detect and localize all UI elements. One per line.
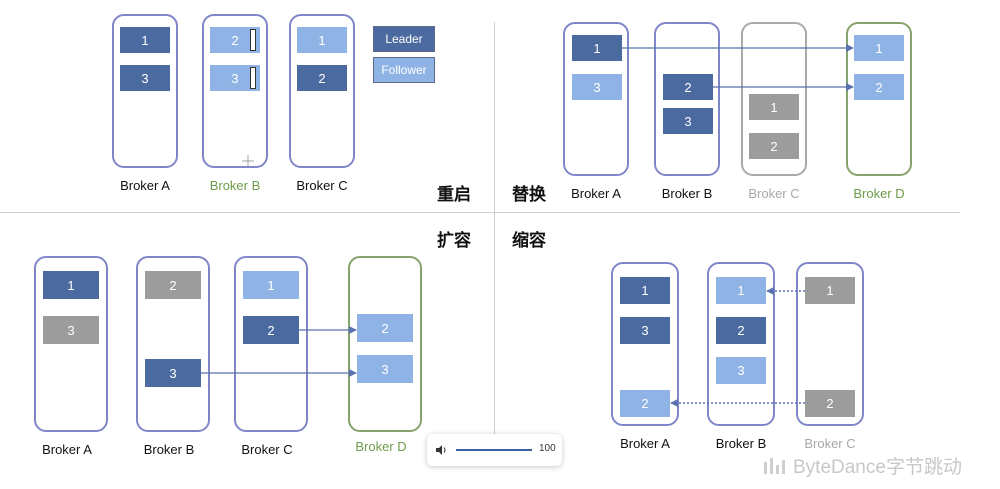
expand-a-partition-3: 3 — [43, 316, 99, 344]
bytedance-watermark: ByteDance字节跳动 — [763, 452, 962, 479]
expand-b-partition-2: 2 — [145, 271, 201, 299]
legend-leader: Leader — [373, 26, 435, 52]
expand-d-partition-3: 3 — [357, 355, 413, 383]
restart-broker-a-label: Broker A — [120, 178, 170, 193]
expand-c-partition-2: 2 — [243, 316, 299, 344]
replace-a-partition-3: 3 — [572, 74, 622, 100]
replace-title: 替换 — [512, 185, 546, 204]
bytedance-logo-icon — [764, 457, 785, 474]
volume-slider[interactable] — [456, 449, 532, 451]
shrink-a-partition-2: 2 — [620, 390, 670, 417]
expand-broker-c-label: Broker C — [241, 442, 293, 457]
replace-broker-a-label: Broker A — [571, 186, 621, 201]
replace-b-partition-3: 3 — [663, 108, 713, 134]
expand-a-partition-1: 1 — [43, 271, 99, 299]
replace-c-partition-1: 1 — [749, 94, 799, 120]
restart-c-partition-2: 2 — [297, 65, 347, 91]
restart-c-partition-1: 1 — [297, 27, 347, 53]
shrink-broker-c-label: Broker C — [804, 436, 856, 451]
replace-d-partition-2: 2 — [854, 74, 904, 100]
restart-broker-b-label: Broker B — [209, 178, 261, 193]
legend-follower: Follower — [373, 57, 435, 83]
expand-broker-a-label: Broker A — [42, 442, 92, 457]
bytedance-watermark-text: ByteDance字节跳动 — [793, 457, 962, 478]
vertical-divider — [494, 22, 495, 440]
replace-broker-d-label: Broker D — [853, 186, 905, 201]
expand-title: 扩容 — [437, 231, 471, 250]
volume-value: 100 — [539, 443, 556, 454]
replace-broker-b-label: Broker B — [661, 186, 713, 201]
shrink-c-partition-1: 1 — [805, 277, 855, 304]
volume-control[interactable]: 100 — [427, 434, 562, 466]
horizontal-divider — [0, 212, 960, 213]
restart-broker-c-label: Broker C — [296, 178, 348, 193]
shrink-title: 缩容 — [512, 231, 546, 250]
speaker-icon[interactable] — [435, 444, 449, 456]
restart-b-offline-marker — [250, 29, 256, 51]
restart-a-partition-3: 3 — [120, 65, 170, 91]
expand-c-partition-1: 1 — [243, 271, 299, 299]
shrink-c-partition-2: 2 — [805, 390, 855, 417]
shrink-broker-b-label: Broker B — [715, 436, 767, 451]
restart-title: 重启 — [437, 185, 471, 204]
expand-broker-d-label: Broker D — [355, 439, 407, 454]
shrink-b-partition-2: 2 — [716, 317, 766, 344]
replace-d-partition-1: 1 — [854, 35, 904, 61]
shrink-a-partition-1: 1 — [620, 277, 670, 304]
replace-a-partition-1: 1 — [572, 35, 622, 61]
replace-b-partition-2: 2 — [663, 74, 713, 100]
replace-broker-c-label: Broker C — [748, 186, 800, 201]
replace-c-partition-2: 2 — [749, 133, 799, 159]
expand-b-partition-3: 3 — [145, 359, 201, 387]
shrink-b-partition-3: 3 — [716, 357, 766, 384]
shrink-a-partition-3: 3 — [620, 317, 670, 344]
expand-broker-b-label: Broker B — [143, 442, 195, 457]
shrink-broker-a-label: Broker A — [620, 436, 670, 451]
expand-d-partition-2: 2 — [357, 314, 413, 342]
expand-broker-d — [348, 256, 422, 432]
restart-b-offline-marker — [250, 67, 256, 89]
restart-a-partition-1: 1 — [120, 27, 170, 53]
shrink-b-partition-1: 1 — [716, 277, 766, 304]
